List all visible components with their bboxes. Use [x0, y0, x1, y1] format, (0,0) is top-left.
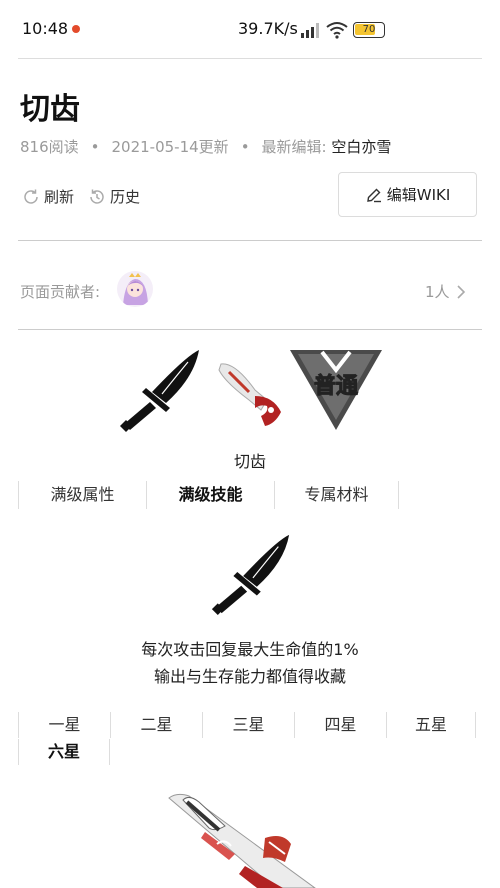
- history-label: 历史: [110, 188, 141, 206]
- star-tabs-row-2: 六星: [18, 739, 110, 765]
- divider: [18, 329, 482, 330]
- skill-description: 每次攻击回复最大生命值的1% 输出与生存能力都值得收藏: [0, 636, 500, 690]
- star-tab-3[interactable]: 三星: [202, 712, 294, 738]
- edit-wiki-button[interactable]: 编辑WIKI: [338, 172, 477, 217]
- battery-level: 70: [362, 24, 376, 35]
- tab-max-attributes[interactable]: 满级属性: [18, 481, 146, 509]
- skill-line-2: 输出与生存能力都值得收藏: [153, 667, 346, 686]
- refresh-icon: [24, 189, 38, 204]
- star-tab-1[interactable]: 一星: [18, 712, 110, 738]
- contributors-label: 页面贡献者:: [20, 283, 101, 301]
- page-title: 切齿: [20, 92, 80, 127]
- avatar-image: [117, 271, 153, 307]
- chevron-right-icon: [456, 284, 465, 299]
- edit-wiki-label: 编辑WIKI: [386, 186, 451, 204]
- read-count: 816阅读: [20, 138, 79, 156]
- tab-max-skill[interactable]: 满级技能: [146, 481, 274, 509]
- contributors-count-text: 1人: [425, 283, 450, 301]
- sword-icon: [120, 350, 199, 432]
- editor-name[interactable]: 空白亦雪: [331, 138, 391, 156]
- item-name: 切齿: [233, 452, 266, 471]
- signal-icon: [301, 23, 319, 38]
- refresh-label: 刷新: [44, 188, 75, 206]
- rarity-badge-text: 普通: [314, 373, 358, 399]
- divider: [18, 240, 482, 241]
- star-tab-4[interactable]: 四星: [294, 712, 386, 738]
- page-meta: 816阅读 • 2021-05-14更新 • 最新编辑: 空白亦雪: [20, 138, 392, 156]
- divider: [18, 58, 482, 59]
- weapon-art-image: [168, 793, 316, 888]
- star-tabs-row-1: 一星 二星 三星 四星 五星: [18, 712, 476, 738]
- history-button[interactable]: 历史: [88, 186, 140, 207]
- star-tab-6[interactable]: 六星: [18, 739, 110, 765]
- rarity-badge: 普通: [290, 350, 382, 430]
- detail-tabs: 满级属性 满级技能 专属材料: [18, 481, 399, 509]
- battery-icon: 70: [353, 22, 385, 38]
- star-tab-5[interactable]: 五星: [386, 712, 476, 738]
- status-time: 10:48: [22, 19, 69, 38]
- history-icon: [90, 189, 104, 204]
- refresh-button[interactable]: 刷新: [22, 186, 74, 207]
- tab-exclusive-materials[interactable]: 专属材料: [274, 481, 399, 509]
- skill-sword-icon: [211, 534, 290, 616]
- wifi-icon: [326, 22, 348, 39]
- skill-line-1: 每次攻击回复最大生命值的1%: [141, 640, 359, 659]
- network-speed: 39.7K/s: [238, 19, 298, 38]
- star-tab-2[interactable]: 二星: [110, 712, 202, 738]
- weapon-item-image: [218, 363, 281, 426]
- notification-icon: [72, 25, 80, 33]
- editor-label: 最新编辑:: [261, 138, 327, 156]
- status-bar: 10:48 39.7K/s 70: [0, 0, 500, 58]
- edit-icon: [366, 188, 381, 202]
- contributor-avatar[interactable]: [117, 271, 153, 307]
- contributors-count[interactable]: 1人: [425, 281, 466, 302]
- update-date: 2021-05-14更新: [111, 138, 229, 156]
